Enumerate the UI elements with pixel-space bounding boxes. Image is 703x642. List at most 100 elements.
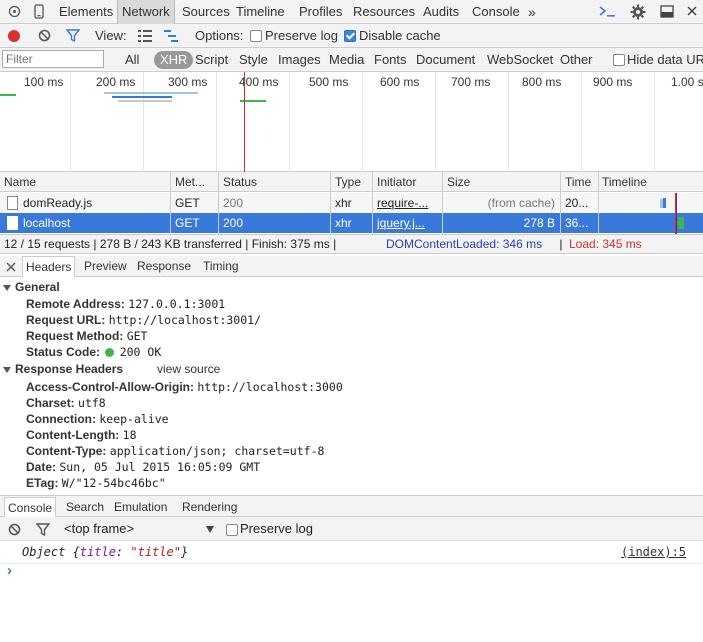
filter-type-media[interactable]: Media bbox=[329, 48, 364, 72]
clear-icon[interactable] bbox=[38, 29, 51, 45]
dock-side-icon[interactable] bbox=[660, 5, 674, 21]
request-name[interactable]: localhost bbox=[23, 213, 168, 233]
response-headers-section-toggle[interactable]: Response Headers bbox=[3, 361, 123, 377]
tab-emulation[interactable]: Emulation bbox=[111, 497, 170, 517]
expand-triangle-icon bbox=[3, 284, 11, 291]
tab-rendering[interactable]: Rendering bbox=[179, 497, 240, 517]
hide-data-urls-label[interactable]: Hide data URL bbox=[627, 48, 703, 72]
tab-console-drawer[interactable]: Console bbox=[4, 497, 57, 518]
tab-sources[interactable]: Sources bbox=[178, 0, 234, 24]
preserve-log-label[interactable]: Preserve log bbox=[265, 24, 338, 48]
disable-cache-checkbox[interactable] bbox=[344, 30, 356, 42]
request-size: (from cache) bbox=[487, 196, 555, 210]
header-line: ETag: W/"12-54bc46bc" bbox=[26, 475, 166, 491]
tab-network[interactable]: Network bbox=[117, 0, 175, 24]
column-name-header[interactable]: Name bbox=[4, 172, 36, 192]
column-timeline-header[interactable]: Timeline bbox=[602, 172, 647, 192]
load-event-line bbox=[244, 72, 245, 172]
tab-search[interactable]: Search bbox=[63, 497, 107, 517]
tab-response[interactable]: Response bbox=[134, 256, 194, 276]
overview-timeline[interactable]: 100 ms 200 ms 300 ms 400 ms 500 ms 600 m… bbox=[0, 72, 703, 172]
settings-gear-icon[interactable] bbox=[630, 4, 646, 23]
object-colon: : bbox=[115, 545, 131, 559]
column-status-header[interactable]: Status bbox=[223, 172, 257, 192]
column-method-header[interactable]: Met... bbox=[175, 172, 205, 192]
tab-preview[interactable]: Preview bbox=[81, 256, 130, 276]
devtools-tabbar: Elements Network Sources Timeline Profil… bbox=[0, 0, 703, 24]
general-section-toggle[interactable]: General bbox=[3, 279, 60, 295]
header-value: utf8 bbox=[78, 396, 106, 410]
console-log-message[interactable]: Object {title: "title"} bbox=[22, 545, 188, 559]
console-prompt-icon[interactable]: › bbox=[7, 562, 12, 579]
column-time-header[interactable]: Time bbox=[565, 172, 591, 192]
overview-request-bar bbox=[118, 100, 172, 102]
column-initiator-header[interactable]: Initiator bbox=[377, 172, 416, 192]
close-devtools-icon[interactable] bbox=[686, 5, 698, 20]
frame-selector[interactable]: <top frame> bbox=[64, 517, 134, 541]
column-size-header[interactable]: Size bbox=[447, 172, 470, 192]
overview-tick-label: 800 ms bbox=[522, 75, 562, 89]
tab-profiles[interactable]: Profiles bbox=[295, 0, 346, 24]
request-method: GET bbox=[175, 196, 200, 210]
header-key: Remote Address: bbox=[26, 297, 125, 311]
request-time: 20... bbox=[565, 196, 589, 210]
tab-console[interactable]: Console bbox=[468, 0, 524, 24]
filter-input[interactable] bbox=[2, 50, 104, 68]
header-value: http://localhost:3000 bbox=[197, 380, 343, 394]
filter-type-other[interactable]: Other bbox=[560, 48, 593, 72]
overview-tick-label: 300 ms bbox=[168, 75, 208, 89]
header-key: Request Method: bbox=[26, 329, 124, 343]
dom-content-loaded-line bbox=[676, 193, 677, 234]
hide-data-urls-checkbox[interactable] bbox=[613, 54, 625, 66]
chevron-down-icon[interactable] bbox=[206, 526, 214, 533]
overview-tick-label: 500 ms bbox=[309, 75, 349, 89]
general-section-title: General bbox=[15, 280, 60, 294]
filter-type-all[interactable]: All bbox=[125, 48, 139, 72]
large-rows-icon[interactable] bbox=[138, 30, 152, 45]
disable-cache-label[interactable]: Disable cache bbox=[359, 24, 441, 48]
request-initiator-link[interactable]: jquery.j... bbox=[377, 213, 441, 233]
record-button[interactable] bbox=[8, 30, 20, 42]
filter-type-script[interactable]: Script bbox=[195, 48, 228, 72]
console-drawer-icon[interactable] bbox=[598, 5, 616, 22]
device-mode-icon[interactable] bbox=[34, 4, 44, 22]
tab-elements[interactable]: Elements bbox=[55, 0, 117, 24]
request-type: xhr bbox=[335, 216, 352, 230]
column-type-header[interactable]: Type bbox=[335, 172, 361, 192]
filter-type-style[interactable]: Style bbox=[239, 48, 268, 72]
tab-audits[interactable]: Audits bbox=[419, 0, 463, 24]
request-name[interactable]: domReady.js bbox=[23, 193, 168, 213]
filter-type-fonts[interactable]: Fonts bbox=[374, 48, 407, 72]
console-filter-icon[interactable] bbox=[35, 523, 51, 539]
preserve-log-checkbox[interactable] bbox=[250, 30, 262, 42]
filter-type-xhr[interactable]: XHR bbox=[154, 51, 194, 69]
waterfall-bar bbox=[663, 198, 666, 208]
close-detail-icon[interactable] bbox=[6, 261, 16, 275]
overview-toggle-icon[interactable] bbox=[164, 30, 178, 45]
inspect-element-icon[interactable] bbox=[8, 5, 21, 18]
filter-type-images[interactable]: Images bbox=[278, 48, 321, 72]
request-status: 200 bbox=[223, 196, 244, 210]
request-initiator-link[interactable]: require-... bbox=[377, 193, 441, 213]
filter-icon[interactable] bbox=[65, 29, 81, 45]
console-input[interactable] bbox=[20, 565, 700, 581]
tab-timeline[interactable]: Timeline bbox=[232, 0, 289, 24]
filter-type-websocket[interactable]: WebSocket bbox=[487, 48, 553, 72]
filter-type-document[interactable]: Document bbox=[416, 48, 475, 72]
tab-headers[interactable]: Headers bbox=[22, 256, 76, 277]
tab-resources[interactable]: Resources bbox=[349, 0, 419, 24]
tab-timing[interactable]: Timing bbox=[200, 256, 242, 276]
clear-console-icon[interactable] bbox=[8, 523, 21, 539]
more-tabs-icon[interactable]: » bbox=[524, 0, 540, 24]
console-preserve-log-label[interactable]: Preserve log bbox=[240, 517, 313, 541]
header-value: Sun, 05 Jul 2015 16:05:09 GMT bbox=[59, 460, 261, 474]
overview-request-bar bbox=[104, 92, 198, 94]
header-key: Content-Length: bbox=[26, 428, 120, 442]
console-source-link[interactable]: (index):5 bbox=[621, 545, 686, 559]
header-key: Status Code: bbox=[26, 345, 101, 359]
request-size: 278 B bbox=[523, 216, 555, 230]
console-preserve-log-checkbox[interactable] bbox=[226, 524, 238, 536]
summary-text: 12 / 15 requests | 278 B / 243 KB transf… bbox=[4, 237, 340, 251]
drawer-tabs: Console Search Emulation Rendering bbox=[0, 495, 703, 518]
view-source-link[interactable]: view source bbox=[157, 361, 220, 377]
